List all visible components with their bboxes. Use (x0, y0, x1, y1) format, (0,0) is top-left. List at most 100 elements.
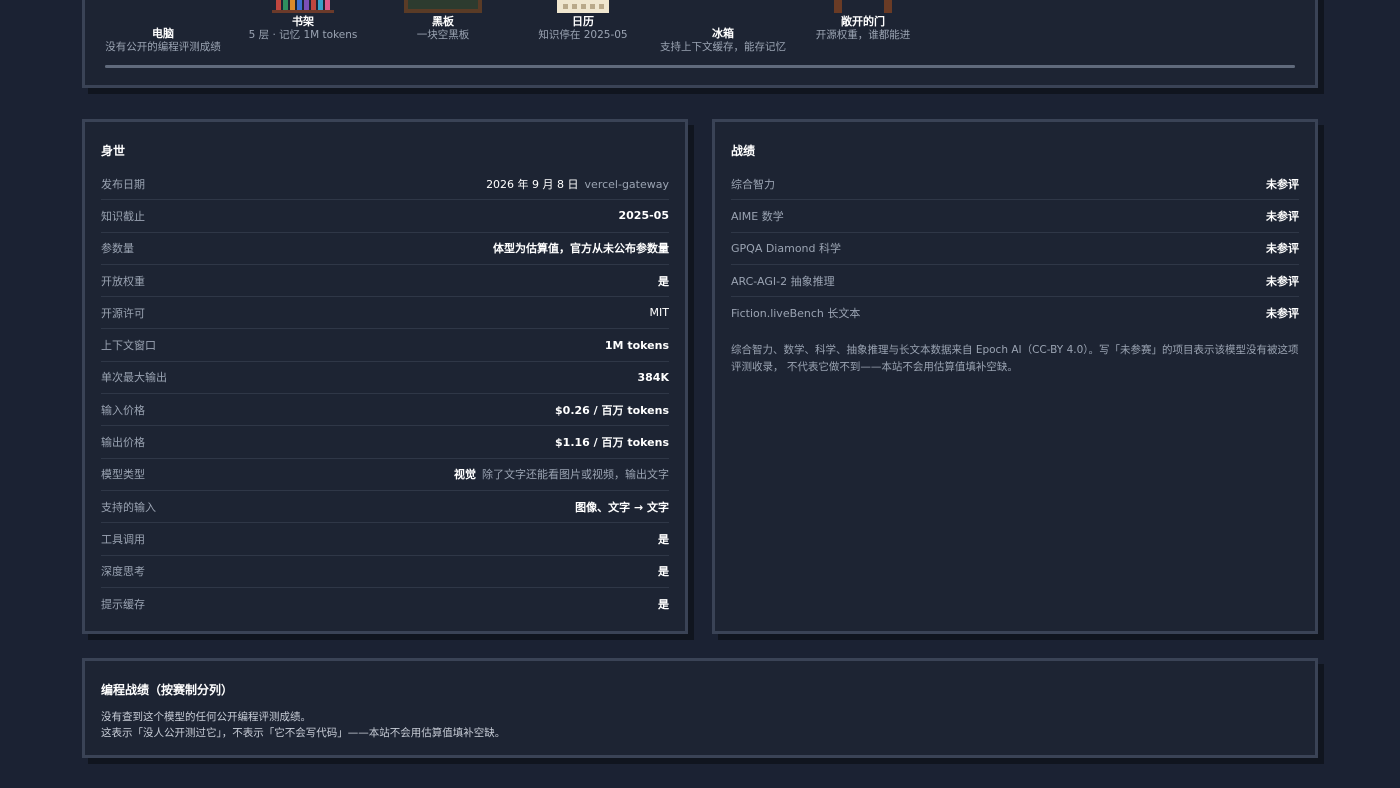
identity-value-text: 是 (658, 532, 669, 546)
identity-value: 是 (658, 563, 669, 579)
record-row: ARC-AGI-2 抽象推理 未参评 (731, 265, 1299, 298)
room-scrollbar-thumb[interactable] (105, 65, 1295, 68)
identity-value: 图像、文字 → 文字 (575, 499, 669, 515)
identity-value-text: 体型为估算值，官方从未公布参数量 (493, 242, 669, 256)
book-spine (304, 0, 309, 13)
identity-value: $1.16 / 百万 tokens (555, 434, 669, 450)
book-spine (325, 0, 330, 13)
record-key: 综合智力 (731, 177, 775, 191)
bookshelf-icon (272, 0, 334, 13)
record-value-text: 未参评 (1266, 177, 1299, 191)
room-item-blackboard[interactable]: 黑板 一块空黑板 (373, 0, 513, 42)
room-item-name: 书架 (292, 15, 314, 28)
room-item-name: 冰箱 (712, 27, 734, 40)
book-spine (283, 0, 288, 13)
open-door-icon (834, 0, 892, 13)
record-note: 综合智力、数学、科学、抽象推理与长文本数据来自 Epoch AI（CC-BY 4… (731, 344, 1299, 373)
record-key: AIME 数学 (731, 209, 784, 223)
identity-key: 深度思考 (101, 565, 145, 579)
identity-value-text: 图像、文字 → 文字 (575, 500, 669, 514)
coding-line-2: 这表示「没人公开测过它」，不表示「它不会写代码」——本站不会用估算值填补空缺。 (101, 727, 506, 739)
room-item-fridge[interactable]: 冰箱 支持上下文缓存，能存记忆 (653, 5, 793, 54)
identity-value-text: $1.16 / 百万 tokens (555, 436, 669, 450)
identity-row: 参数量 体型为估算值，官方从未公布参数量 (101, 233, 669, 265)
identity-list: 发布日期 2026 年 9 月 8 日 vercel-gateway 知识截止 2025… (101, 168, 669, 620)
identity-key: 开放权重 (101, 274, 145, 288)
book-spine (276, 0, 281, 13)
record-value-text: 未参评 (1266, 307, 1299, 321)
coding-text: 没有查到这个模型的任何公开编程评测成绩。 这表示「没人公开测过它」，不表示「它不… (101, 709, 1299, 741)
identity-key: 参数量 (101, 242, 134, 256)
record-list: 综合智力 未参评 AIME 数学 未参评 GPQA Diamond 科学 未参评 ARC-A… (731, 168, 1299, 329)
fridge-icon (653, 5, 793, 25)
room-item-bookshelf[interactable]: 书架 5 层 · 记忆 1M tokens (233, 0, 373, 42)
record-key: GPQA Diamond 科学 (731, 242, 841, 256)
identity-value-text: 视觉 (454, 468, 476, 482)
identity-row: 提示缓存 是 (101, 588, 669, 620)
identity-row: 上下文窗口 1M tokens (101, 329, 669, 362)
identity-value-text: $0.26 / 百万 tokens (555, 403, 669, 417)
record-value-text: 未参评 (1266, 209, 1299, 223)
identity-row: 支持的输入 图像、文字 → 文字 (101, 491, 669, 524)
record-row: Fiction.liveBench 长文本 未参评 (731, 297, 1299, 329)
identity-value: 384K (638, 371, 670, 384)
identity-row: 工具调用 是 (101, 523, 669, 556)
identity-value: MIT (650, 306, 669, 319)
identity-key: 单次最大输出 (101, 371, 167, 385)
record-value: 未参评 (1266, 305, 1299, 321)
identity-value-text: 是 (658, 274, 669, 288)
record-value: 未参评 (1266, 273, 1299, 289)
identity-key: 输出价格 (101, 436, 145, 450)
room-item-computer[interactable]: 电脑 没有公开的编程评测成绩 (93, 5, 233, 54)
identity-key: 知识截止 (101, 209, 145, 223)
calendar-icon (557, 0, 609, 13)
record-row: 综合智力 未参评 (731, 168, 1299, 201)
record-panel: 战绩 综合智力 未参评 AIME 数学 未参评 GPQA Diamond 科学 未参评 AR… (712, 119, 1318, 634)
book-spine (318, 0, 323, 13)
record-row: GPQA Diamond 科学 未参评 (731, 233, 1299, 265)
identity-value: 2026 年 9 月 8 日 vercel-gateway (486, 176, 669, 192)
identity-value: 是 (658, 596, 669, 612)
identity-value: $0.26 / 百万 tokens (555, 402, 669, 418)
room-item-desc: 一块空黑板 (416, 29, 470, 41)
identity-key: 上下文窗口 (101, 339, 156, 353)
identity-title: 身世 (101, 144, 126, 158)
room-item-calendar[interactable]: 日历 知识停在 2025-05 (513, 0, 653, 42)
identity-panel: 身世 发布日期 2026 年 9 月 8 日 vercel-gateway 知识截止 2… (82, 119, 688, 634)
record-value: 未参评 (1266, 208, 1299, 224)
room-panel: 电脑 没有公开的编程评测成绩 书架 5 层 · 记忆 1M tokens 黑板 … (82, 0, 1318, 88)
book-spine (311, 0, 316, 13)
identity-value: 是 (658, 273, 669, 289)
identity-key: 开源许可 (101, 306, 145, 320)
identity-value-sub: vercel-gateway (584, 177, 669, 191)
book-spine (290, 0, 295, 13)
identity-value: 1M tokens (605, 339, 669, 352)
identity-row: 模型类型 视觉 除了文字还能看图片或视频，输出文字 (101, 459, 669, 491)
identity-value-text: 384K (637, 370, 670, 384)
identity-value-text: 是 (658, 598, 669, 611)
record-title: 战绩 (731, 144, 756, 158)
identity-row: 开放权重 是 (101, 265, 669, 298)
record-value: 未参评 (1266, 176, 1299, 192)
identity-value-text: MIT (649, 306, 669, 320)
page: 电脑 没有公开的编程评测成绩 书架 5 层 · 记忆 1M tokens 黑板 … (0, 0, 1400, 788)
record-value-text: 未参评 (1266, 274, 1299, 288)
book-spine (297, 0, 302, 13)
identity-key: 输入价格 (101, 403, 145, 417)
identity-value: 是 (658, 531, 669, 547)
coding-line-1: 没有查到这个模型的任何公开编程评测成绩。 (101, 711, 311, 723)
room-item-open-door[interactable]: 敞开的门 开源权重，谁都能进 (793, 0, 933, 42)
room-item-desc: 5 层 · 记忆 1M tokens (248, 29, 358, 41)
coding-title: 编程战绩（按赛制分列） (101, 683, 234, 697)
identity-value-text: 2025-05 (618, 209, 670, 223)
record-row: AIME 数学 未参评 (731, 200, 1299, 233)
identity-value-text: 1M tokens (604, 338, 669, 352)
identity-value-sub: 除了文字还能看图片或视频，输出文字 (482, 468, 669, 482)
identity-row: 输入价格 $0.26 / 百万 tokens (101, 394, 669, 427)
room-scrollbar[interactable] (105, 65, 1295, 68)
record-key: Fiction.liveBench 长文本 (731, 307, 861, 321)
record-value: 未参评 (1266, 240, 1299, 256)
coding-panel: 编程战绩（按赛制分列） 没有查到这个模型的任何公开编程评测成绩。 这表示「没人公… (82, 658, 1318, 758)
identity-value: 体型为估算值，官方从未公布参数量 (493, 240, 669, 256)
record-value-text: 未参评 (1266, 242, 1299, 256)
